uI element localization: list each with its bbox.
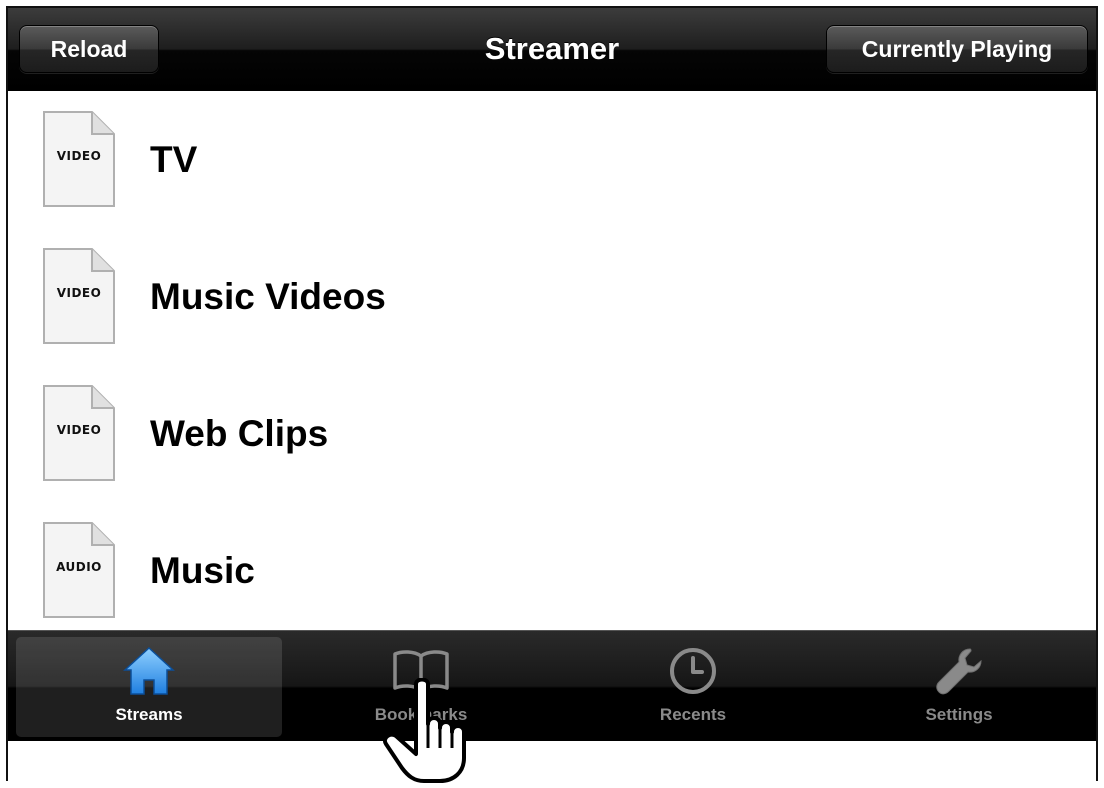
tab-streams[interactable]: Streams <box>16 637 282 737</box>
list-item-music-videos[interactable]: VIDEO Music Videos <box>8 228 1096 365</box>
hand-pointer-cursor <box>378 677 488 788</box>
house-icon <box>122 645 176 697</box>
list-item-tv[interactable]: VIDEO TV <box>8 91 1096 228</box>
tab-bar: Streams Bookmarks Recents <box>8 630 1096 741</box>
list-item-label: TV <box>150 138 198 180</box>
tab-label: Streams <box>115 705 183 724</box>
list-item-label: Music Videos <box>150 275 386 317</box>
file-type-label: VIDEO <box>56 149 102 163</box>
stream-list: VIDEO TV VIDEO Music Videos VIDEO Web Cl… <box>8 91 1096 639</box>
list-item-web-clips[interactable]: VIDEO Web Clips <box>8 365 1096 502</box>
tab-label: Settings <box>925 705 993 724</box>
wrench-icon <box>934 645 984 697</box>
tab-settings[interactable]: Settings <box>826 637 1092 737</box>
video-file-icon: VIDEO <box>40 246 118 346</box>
file-type-label: AUDIO <box>56 560 102 574</box>
video-file-icon: VIDEO <box>40 109 118 209</box>
navigation-bar: Reload Streamer Currently Playing <box>8 8 1096 91</box>
tab-recents[interactable]: Recents <box>560 637 826 737</box>
file-type-label: VIDEO <box>56 423 102 437</box>
list-item-label: Web Clips <box>150 412 329 454</box>
file-type-label: VIDEO <box>56 286 102 300</box>
app-window: Reload Streamer Currently Playing VIDEO … <box>6 6 1098 781</box>
clock-icon <box>668 645 718 697</box>
audio-file-icon: AUDIO <box>40 520 118 620</box>
list-item-label: Music <box>150 549 255 591</box>
tab-label: Recents <box>659 705 727 724</box>
list-item-music[interactable]: AUDIO Music <box>8 502 1096 639</box>
video-file-icon: VIDEO <box>40 383 118 483</box>
reload-button[interactable]: Reload <box>19 25 159 73</box>
currently-playing-button[interactable]: Currently Playing <box>826 25 1088 73</box>
